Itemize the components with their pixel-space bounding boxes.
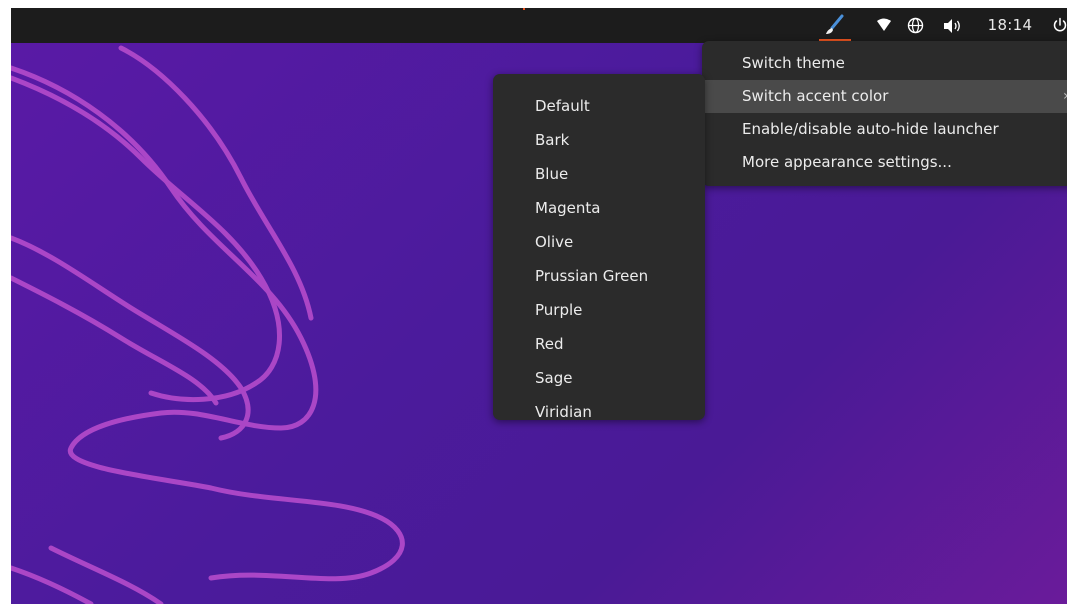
accent-option-bark[interactable]: Bark (493, 123, 705, 157)
system-menu[interactable] (1047, 8, 1067, 43)
wifi-icon (877, 18, 891, 31)
accent-color-submenu: Default Bark Blue Magenta Olive Prussian… (493, 74, 705, 421)
accent-option-sage[interactable]: Sage (493, 361, 705, 395)
top-bar: 18:14 (11, 8, 1067, 43)
appearance-indicator[interactable] (811, 8, 857, 43)
accent-option-default[interactable]: Default (493, 89, 705, 123)
accent-option-prussian-green[interactable]: Prussian Green (493, 259, 705, 293)
accent-option-olive[interactable]: Olive (493, 225, 705, 259)
menu-item-switch-theme[interactable]: Switch theme (702, 47, 1067, 80)
volume-icon (944, 19, 960, 33)
accent-option-blue[interactable]: Blue (493, 157, 705, 191)
accent-option-purple[interactable]: Purple (493, 293, 705, 327)
menu-item-label: Switch accent color (742, 87, 889, 105)
accent-option-magenta[interactable]: Magenta (493, 191, 705, 225)
accent-option-viridian[interactable]: Viridian (493, 395, 705, 429)
wifi-indicator[interactable] (871, 8, 897, 43)
volume-indicator[interactable] (940, 8, 966, 43)
menu-item-switch-accent-color[interactable]: Switch accent color (702, 80, 1067, 113)
submenu-arrow-icon: › (1063, 80, 1067, 113)
paintbrush-icon (826, 14, 844, 34)
power-icon (1053, 17, 1067, 32)
desktop: 18:14 Switch theme Switch accent color E… (11, 8, 1067, 604)
accent-option-red[interactable]: Red (493, 327, 705, 361)
appearance-menu: Switch theme Switch accent color Enable/… (702, 41, 1067, 186)
activity-indicator (523, 8, 525, 10)
globe-icon (907, 17, 923, 34)
menu-item-more-appearance-settings[interactable]: More appearance settings... (702, 146, 1067, 179)
menu-item-auto-hide-launcher[interactable]: Enable/disable auto-hide launcher (702, 113, 1067, 146)
network-indicator[interactable] (902, 8, 928, 43)
clock[interactable]: 18:14 (980, 8, 1040, 43)
